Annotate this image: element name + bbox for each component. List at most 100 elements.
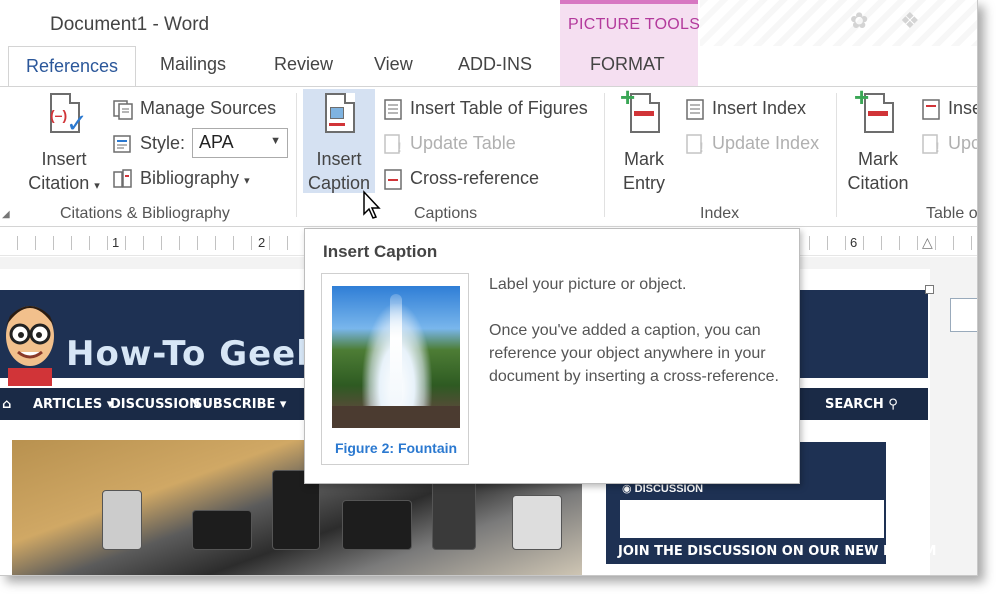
- mark-entry-icon: +: [620, 84, 664, 141]
- chevron-down-icon: ▾: [244, 175, 250, 187]
- cross-reference-icon: [382, 168, 404, 190]
- tooltip-figure-caption: Figure 2: Fountain: [334, 440, 458, 456]
- cross-reference-button[interactable]: Cross-reference: [382, 165, 539, 191]
- chevron-down-icon[interactable]: ▼: [270, 135, 281, 147]
- tooltip-description: Label your picture or object. Once you'v…: [489, 273, 789, 411]
- window-title: Document1 - Word: [50, 14, 210, 35]
- bibliography-icon: [112, 168, 134, 190]
- tab-format[interactable]: FORMAT: [590, 54, 665, 75]
- style-value: APA: [199, 132, 234, 152]
- mark-citation-label-1: Mark: [858, 149, 898, 169]
- nav-subscribe[interactable]: SUBSCRIBE ▾: [193, 397, 286, 412]
- update-table-of-authorities-button[interactable]: ! Upc: [920, 130, 978, 156]
- search-icon: ⚲: [888, 397, 898, 412]
- tab-mailings[interactable]: Mailings: [160, 54, 226, 75]
- ribbon: (–) ✓ Insert Citation ▾ Manage Sources S…: [0, 84, 978, 227]
- tab-add-ins[interactable]: ADD-INS: [458, 54, 532, 75]
- svg-text:!: !: [699, 139, 704, 155]
- bibliography-label: Bibliography: [140, 168, 240, 188]
- update-index-label: Update Index: [712, 133, 820, 153]
- fountain-photo: [332, 286, 460, 428]
- insert-table-of-figures-label: Insert Table of Figures: [410, 98, 588, 118]
- mark-citation-button[interactable]: + Mark Citation: [842, 84, 914, 195]
- insert-citation-icon: (–) ✓: [44, 91, 88, 141]
- insert-citation-label-1: Insert: [41, 149, 87, 169]
- group-label-index: Index: [700, 205, 740, 222]
- style-label-group: Style:: [112, 130, 185, 156]
- ribbon-tabs: References Mailings Review View ADD-INS …: [0, 46, 977, 88]
- insert-citation-label-2: Citation ▾: [28, 173, 100, 193]
- geek-mascot-icon: [6, 306, 54, 386]
- insert-citation-button[interactable]: (–) ✓ Insert Citation ▾: [24, 91, 104, 198]
- table-of-figures-icon: [382, 98, 404, 120]
- bibliography-button[interactable]: Bibliography ▾: [112, 165, 250, 191]
- tooltip-summary: Label your picture or object.: [489, 276, 687, 293]
- update-table-button[interactable]: ! Update Table: [382, 130, 516, 156]
- group-separator: [296, 93, 297, 217]
- manage-sources-label: Manage Sources: [140, 98, 277, 118]
- ruler-number: 6: [848, 235, 860, 250]
- style-icon: [112, 133, 134, 155]
- site-title: How-To Geek: [66, 334, 320, 374]
- mouse-cursor-icon: [363, 190, 381, 219]
- table-of-authorities-icon: [920, 98, 942, 120]
- tab-view[interactable]: View: [374, 54, 413, 75]
- manage-sources-button[interactable]: Manage Sources: [112, 95, 276, 121]
- nav-articles[interactable]: ARTICLES ▾: [33, 397, 113, 412]
- style-label: Style:: [140, 133, 186, 153]
- svg-text:!: !: [935, 139, 940, 155]
- tooltip-figure: Figure 2: Fountain: [321, 273, 469, 465]
- update-authorities-icon: !: [920, 133, 942, 155]
- tooltip-detail: Once you've added a caption, you can ref…: [489, 322, 779, 385]
- dialog-launcher-icon[interactable]: ◢: [2, 209, 10, 220]
- home-icon[interactable]: ⌂: [2, 397, 11, 412]
- mark-entry-label-2: Entry: [622, 173, 665, 193]
- forum-banner: JOIN THE DISCUSSION ON OUR NEW FORUM: [618, 544, 937, 559]
- cross-reference-label: Cross-reference: [410, 168, 540, 188]
- nav-discussion[interactable]: DISCUSSION: [110, 397, 200, 412]
- group-separator: [604, 93, 605, 217]
- chevron-down-icon: ▾: [94, 180, 100, 192]
- svg-text:!: !: [397, 139, 402, 155]
- insert-index-icon: [684, 98, 706, 120]
- group-label-table-of-authorities: Table o: [926, 205, 978, 222]
- tab-references[interactable]: References: [8, 46, 136, 88]
- insert-index-label: Insert Index: [712, 98, 807, 118]
- forum-preview: [620, 500, 884, 538]
- indent-marker-icon[interactable]: △: [922, 234, 933, 251]
- insert-table-of-authorities-button[interactable]: Inse: [920, 95, 977, 121]
- mark-citation-label-2: Citation: [847, 173, 909, 193]
- mark-citation-icon: +: [854, 84, 898, 141]
- word-window: Document1 - Word PICTURE TOOLS ✿ ❖ Refer…: [0, 0, 978, 576]
- decoration-icon: ✿: [850, 8, 869, 33]
- insert-index-button[interactable]: Insert Index: [684, 95, 806, 121]
- layout-options-icon[interactable]: [950, 298, 977, 332]
- style-dropdown[interactable]: APA ▼: [192, 128, 288, 158]
- group-label-citations: Citations & Bibliography: [60, 205, 230, 222]
- resize-handle[interactable]: [925, 285, 934, 294]
- manage-sources-icon: [112, 98, 134, 120]
- insert-table-of-figures-button[interactable]: Insert Table of Figures: [382, 95, 588, 121]
- mark-entry-button[interactable]: + Mark Entry: [612, 84, 676, 195]
- tooltip-title: Insert Caption: [323, 242, 438, 261]
- decoration-icon: ❖: [900, 8, 920, 33]
- update-index-icon: !: [684, 133, 706, 155]
- ruler-number: 2: [256, 235, 268, 250]
- insert-caption-tooltip: Insert Caption Figure 2: Fountain Label …: [304, 228, 800, 484]
- tab-review[interactable]: Review: [274, 54, 333, 75]
- insert-table-of-authorities-label: Inse: [948, 98, 977, 118]
- update-table-icon: !: [382, 133, 404, 155]
- insert-caption-label-1: Insert: [316, 149, 362, 169]
- insert-caption-icon: [319, 91, 359, 141]
- insert-caption-button[interactable]: Insert Caption: [303, 91, 375, 195]
- update-index-button[interactable]: ! Update Index: [684, 130, 819, 156]
- group-label-captions: Captions: [414, 205, 478, 222]
- update-table-label: Update Table: [410, 133, 516, 153]
- group-separator: [836, 93, 837, 217]
- update-table-of-authorities-label: Upc: [948, 133, 978, 153]
- nav-search[interactable]: SEARCH ⚲: [825, 397, 898, 412]
- picture-tools-accent: [560, 0, 698, 4]
- ruler-number: 1: [110, 235, 122, 250]
- title-bar-decoration: ✿ ❖: [700, 0, 977, 46]
- picture-tools-label: PICTURE TOOLS: [568, 16, 701, 33]
